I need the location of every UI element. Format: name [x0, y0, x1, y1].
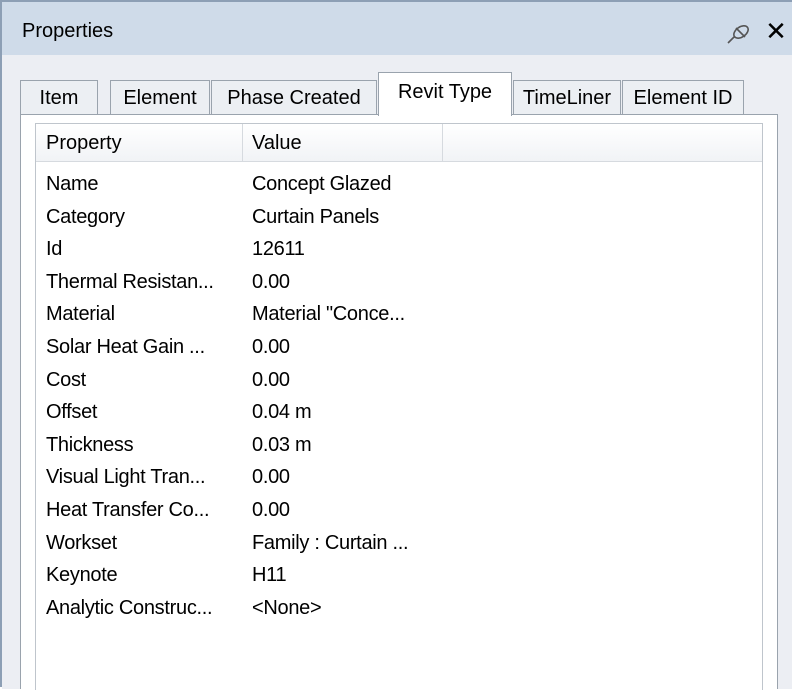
table-row[interactable]: Thermal Resistan... 0.00 [36, 266, 762, 299]
column-header-property[interactable]: Property [36, 124, 242, 162]
table-row[interactable]: Id 12611 [36, 233, 762, 266]
property-value: <None> [252, 596, 322, 619]
property-name: Offset [46, 401, 98, 424]
property-name: Id [46, 238, 63, 261]
property-value: Curtain Panels [252, 205, 379, 228]
table-row[interactable]: Keynote H11 [36, 559, 762, 592]
property-name: Solar Heat Gain ... [46, 335, 205, 358]
table-row[interactable]: Cost 0.00 [36, 364, 762, 397]
property-value: 0.00 [252, 498, 290, 521]
tab-item[interactable]: Item [20, 80, 98, 116]
property-value: 12611 [252, 238, 305, 261]
property-name: Thermal Resistan... [46, 270, 214, 293]
property-name: Keynote [46, 564, 118, 587]
column-header-value[interactable]: Value [242, 124, 442, 162]
tab-phase-created[interactable]: Phase Created [211, 80, 377, 116]
tab-element[interactable]: Element [110, 80, 210, 116]
table-row[interactable]: Solar Heat Gain ... 0.00 [36, 331, 762, 364]
window-title: Properties [22, 20, 114, 42]
properties-grid: Property Value Name Concept Glazed Catego… [35, 123, 763, 690]
tab-strip: Item Element Phase Created Revit Type Ti… [2, 55, 792, 116]
tab-revit-type[interactable]: Revit Type [378, 72, 512, 116]
property-value: Family : Curtain ... [252, 531, 409, 554]
table-row[interactable]: Category Curtain Panels [36, 201, 762, 234]
table-row[interactable]: Visual Light Tran... 0.00 [36, 461, 762, 494]
property-name: Visual Light Tran... [46, 466, 206, 489]
property-value: H11 [252, 564, 287, 587]
tab-timeliner[interactable]: TimeLiner [513, 80, 621, 116]
pin-icon[interactable] [726, 23, 752, 45]
property-name: Thickness [46, 433, 134, 456]
property-value: 0.04 m [252, 401, 312, 424]
property-value: 0.00 [252, 270, 290, 293]
content-area: Item Element Phase Created Revit Type Ti… [2, 55, 792, 690]
table-row[interactable]: Analytic Construc... <None> [36, 592, 762, 625]
tab-element-id[interactable]: Element ID [622, 80, 744, 116]
table-row[interactable]: Offset 0.04 m [36, 396, 762, 429]
property-value: 0.03 m [252, 433, 312, 456]
property-name: Heat Transfer Co... [46, 498, 210, 521]
properties-window: Properties ✕ Item Element Phase Created … [0, 0, 792, 690]
table-row[interactable]: Thickness 0.03 m [36, 429, 762, 462]
property-value: 0.00 [252, 335, 290, 358]
grid-rows: Name Concept Glazed Category Curtain Panel… [36, 168, 762, 624]
property-name: Name [46, 173, 99, 195]
title-bar[interactable]: Properties ✕ [2, 2, 792, 55]
grid-header: Property Value [36, 124, 762, 162]
property-value: Material "Conce... [252, 303, 405, 326]
property-name: Analytic Construc... [46, 596, 213, 619]
table-row[interactable]: Material Material "Conce... [36, 298, 762, 331]
table-row[interactable]: Heat Transfer Co... 0.00 [36, 494, 762, 527]
property-name: Category [46, 205, 125, 228]
tab-panel: Property Value Name Concept Glazed Catego… [20, 114, 778, 690]
column-divider[interactable] [442, 124, 443, 162]
property-name: Material [46, 303, 115, 326]
property-value: 0.00 [252, 466, 290, 489]
property-value: 0.00 [252, 368, 290, 391]
property-name: Cost [46, 368, 86, 391]
table-row[interactable]: Workset Family : Curtain ... [36, 527, 762, 560]
property-name: Workset [46, 531, 117, 554]
table-row[interactable]: Name Concept Glazed [36, 168, 762, 201]
close-icon[interactable]: ✕ [764, 16, 788, 46]
property-value: Concept Glazed [252, 173, 392, 195]
